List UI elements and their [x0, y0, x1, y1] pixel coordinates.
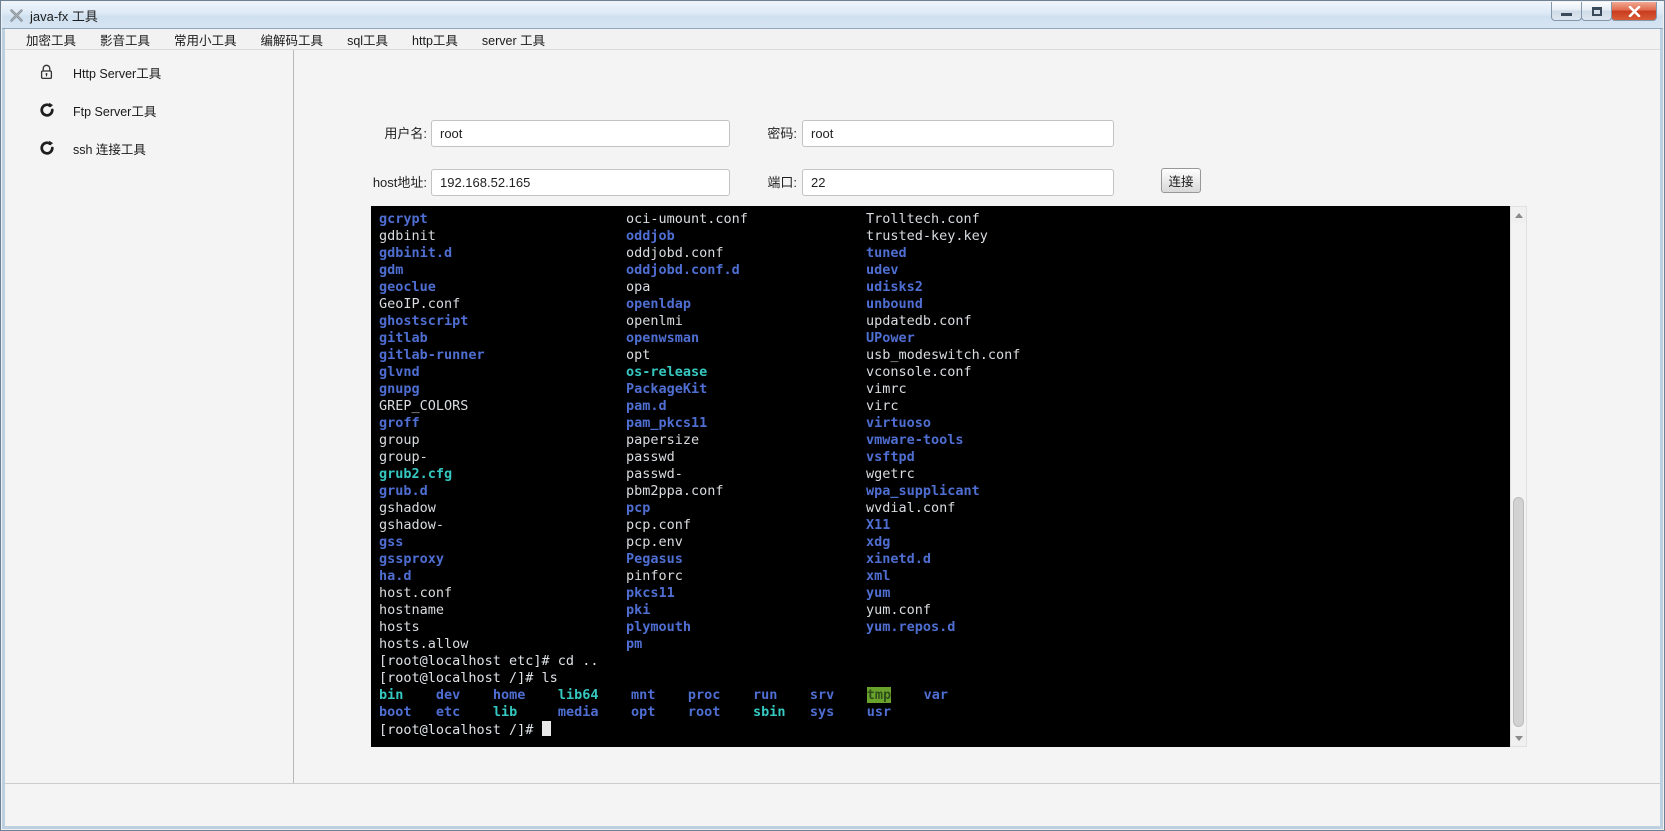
terminal-line: GeoIP.confopenldapunbound: [379, 296, 1510, 313]
scroll-up-button[interactable]: [1511, 207, 1526, 223]
content-area: Http Server工具 Ftp Server工具: [5, 50, 1660, 826]
terminal-line: gdmoddjobd.conf.dudev: [379, 262, 1510, 279]
terminal-line: hostsplymouthyum.repos.d: [379, 619, 1510, 636]
scrollbar-thumb[interactable]: [1513, 497, 1524, 727]
terminal-line: gshadowpcpwvdial.conf: [379, 500, 1510, 517]
menu-item-encrypt-tools[interactable]: 加密工具: [14, 28, 88, 51]
terminal-line: [root@localhost /]# ls: [379, 670, 1510, 687]
port-label: 端口:: [715, 169, 797, 196]
terminal-line: ghostscriptopenlmiupdatedb.conf: [379, 313, 1510, 330]
menu-item-http-tools[interactable]: http工具: [400, 28, 470, 51]
terminal-line: groffpam_pkcs11virtuoso: [379, 415, 1510, 432]
password-input[interactable]: [802, 120, 1114, 147]
minimize-icon: [1561, 13, 1572, 16]
terminal-scrollbar: [1510, 206, 1527, 747]
bottom-divider: [5, 783, 1660, 784]
arrow-down-icon: [1515, 736, 1523, 741]
maximize-icon: [1592, 7, 1602, 16]
scroll-down-button[interactable]: [1511, 730, 1526, 746]
menu-item-media-tools[interactable]: 影音工具: [88, 28, 162, 51]
minimize-button[interactable]: [1551, 2, 1582, 21]
terminal-line: geoclueopaudisks2: [379, 279, 1510, 296]
sidebar-item-label: Ftp Server工具: [73, 101, 156, 120]
host-input[interactable]: [431, 169, 730, 196]
refresh-circle-icon: [39, 102, 61, 118]
terminal-line: gitlabopenwsmanUPower: [379, 330, 1510, 347]
connect-button[interactable]: 连接: [1161, 168, 1201, 193]
terminal-line: gsspcp.envxdg: [379, 534, 1510, 551]
password-label: 密码:: [715, 120, 797, 147]
menu-bar: 加密工具 影音工具 常用小工具 编解码工具 sql工具 http工具 serve…: [5, 29, 1660, 50]
terminal-line: gshadow-pcp.confX11: [379, 517, 1510, 534]
menu-item-common-tools[interactable]: 常用小工具: [162, 28, 249, 51]
terminal-output[interactable]: gcryptoci-umount.confTrolltech.confgdbin…: [371, 206, 1510, 747]
menu-item-codec-tools[interactable]: 编解码工具: [249, 28, 336, 51]
host-label: host地址:: [335, 169, 427, 196]
sidebar-item-ftp-server[interactable]: Ftp Server工具: [5, 94, 293, 126]
arrow-up-icon: [1515, 213, 1523, 218]
refresh-circle-icon: [39, 140, 61, 156]
terminal-line: boot etc lib media opt root sbin sys usr: [379, 704, 1510, 721]
sidebar-item-ssh-connect[interactable]: ssh 连接工具: [5, 132, 293, 164]
app-window: java-fx 工具 加密工具 影音工具 常用小工具 编解码工具 sql工具 h…: [0, 0, 1665, 831]
terminal-line: grub2.cfgpasswd-wgetrc: [379, 466, 1510, 483]
close-icon: [1628, 6, 1641, 17]
terminal-line: host.confpkcs11yum: [379, 585, 1510, 602]
terminal-line: ha.dpinforcxml: [379, 568, 1510, 585]
terminal-line: grub.dpbm2ppa.confwpa_supplicant: [379, 483, 1510, 500]
terminal-line: GREP_COLORSpam.dvirc: [379, 398, 1510, 415]
username-input[interactable]: [431, 120, 730, 147]
window-title: java-fx 工具: [30, 6, 98, 25]
menu-item-server-tools[interactable]: server 工具: [470, 28, 557, 51]
terminal-line: gitlab-runneroptusb_modeswitch.conf: [379, 347, 1510, 364]
terminal-line: group-passwdvsftpd: [379, 449, 1510, 466]
maximize-button[interactable]: [1581, 2, 1612, 21]
terminal-line: gssproxyPegasusxinetd.d: [379, 551, 1510, 568]
close-button[interactable]: [1611, 2, 1657, 21]
sidebar-item-label: Http Server工具: [73, 63, 161, 82]
terminal-line: [root@localhost /]#: [379, 721, 1510, 739]
terminal-cursor: [542, 721, 551, 736]
terminal-line: bin dev home lib64 mnt proc run srv tmp …: [379, 687, 1510, 704]
terminal-line: hosts.allowpm: [379, 636, 1510, 653]
username-label: 用户名:: [335, 120, 427, 147]
menu-item-sql-tools[interactable]: sql工具: [335, 28, 400, 51]
sidebar-divider: [293, 50, 294, 783]
sidebar: Http Server工具 Ftp Server工具: [5, 50, 293, 783]
app-icon: [9, 8, 24, 23]
terminal-line: [root@localhost etc]# cd ..: [379, 653, 1510, 670]
title-bar[interactable]: java-fx 工具: [2, 2, 1663, 29]
terminal-line: gdbinitoddjobtrusted-key.key: [379, 228, 1510, 245]
terminal-line: gcryptoci-umount.confTrolltech.conf: [379, 211, 1510, 228]
terminal-line: glvndos-releasevconsole.conf: [379, 364, 1510, 381]
sidebar-item-http-server[interactable]: Http Server工具: [5, 56, 293, 88]
terminal-line: grouppapersizevmware-tools: [379, 432, 1510, 449]
lock-icon: [39, 64, 61, 80]
sidebar-item-label: ssh 连接工具: [73, 139, 146, 158]
port-input[interactable]: [802, 169, 1114, 196]
terminal-line: gnupgPackageKitvimrc: [379, 381, 1510, 398]
terminal-line: gdbinit.doddjobd.conftuned: [379, 245, 1510, 262]
terminal-line: hostnamepkiyum.conf: [379, 602, 1510, 619]
